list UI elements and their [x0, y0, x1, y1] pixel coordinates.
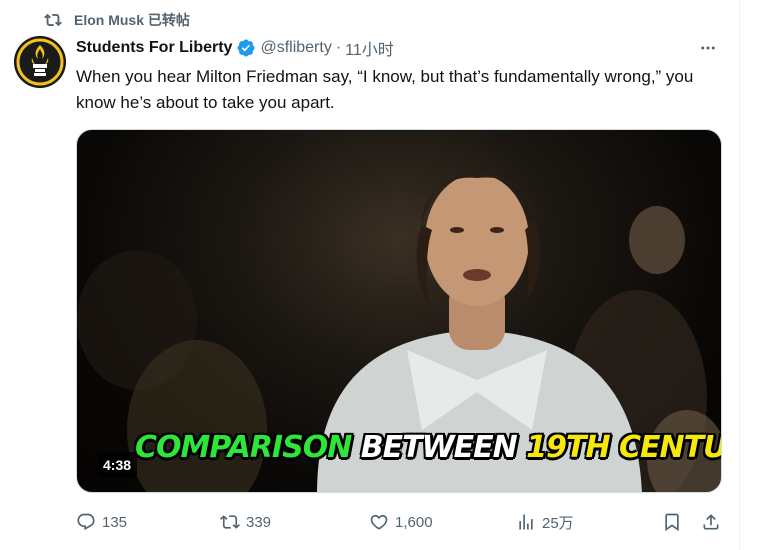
repost-label: Elon Musk 已转帖: [74, 12, 190, 28]
more-options-button[interactable]: [697, 37, 719, 59]
views-button[interactable]: 25万: [516, 508, 574, 536]
like-button[interactable]: 1,600: [369, 508, 433, 536]
reply-count: 135: [102, 513, 128, 531]
share-button[interactable]: [701, 508, 727, 536]
repost-icon: [220, 515, 240, 529]
verified-badge-icon[interactable]: [236, 38, 256, 58]
video-caption: COMPARISON BETWEEN 19TH CENTURY: [135, 430, 721, 465]
more-horizontal-icon: [701, 46, 715, 50]
caption-white: BETWEEN: [360, 430, 518, 465]
repost-button[interactable]: 339: [220, 508, 271, 536]
caption-yellow: 19TH CENTURY: [526, 430, 721, 465]
repost-context[interactable]: Elon Musk 已转帖: [44, 10, 190, 30]
reply-button[interactable]: 135: [76, 508, 127, 536]
tweet[interactable]: Elon Musk 已转帖 Students For Liberty @sfli…: [0, 0, 740, 550]
author-name[interactable]: Students For Liberty: [76, 39, 232, 57]
avatar[interactable]: [14, 36, 66, 88]
timestamp[interactable]: 11小时: [345, 36, 394, 60]
repost-count: 339: [246, 513, 272, 531]
author-handle[interactable]: @sfliberty: [260, 39, 331, 57]
heart-icon: [370, 514, 388, 530]
tweet-text: When you hear Milton Friedman say, “I kn…: [76, 67, 694, 112]
like-count: 1,600: [395, 513, 433, 531]
liberty-torch-logo-icon: [14, 36, 66, 88]
views-chart-icon: [519, 514, 533, 530]
reply-icon: [77, 513, 95, 531]
tweet-header: Students For Liberty @sfliberty · 11小时: [76, 37, 719, 59]
share-icon: [703, 514, 719, 530]
action-bar: 135 339 1,600 25万: [76, 508, 726, 536]
view-count: 25万: [542, 514, 574, 532]
video-player[interactable]: COMPARISON BETWEEN 19TH CENTURY 4:38: [76, 129, 722, 493]
repost-icon: [44, 13, 62, 27]
video-duration: 4:38: [97, 452, 138, 478]
separator-dot: ·: [335, 39, 342, 56]
bookmark-button[interactable]: [662, 508, 688, 536]
bookmark-icon: [665, 513, 679, 532]
caption-green: COMPARISON: [135, 430, 352, 465]
